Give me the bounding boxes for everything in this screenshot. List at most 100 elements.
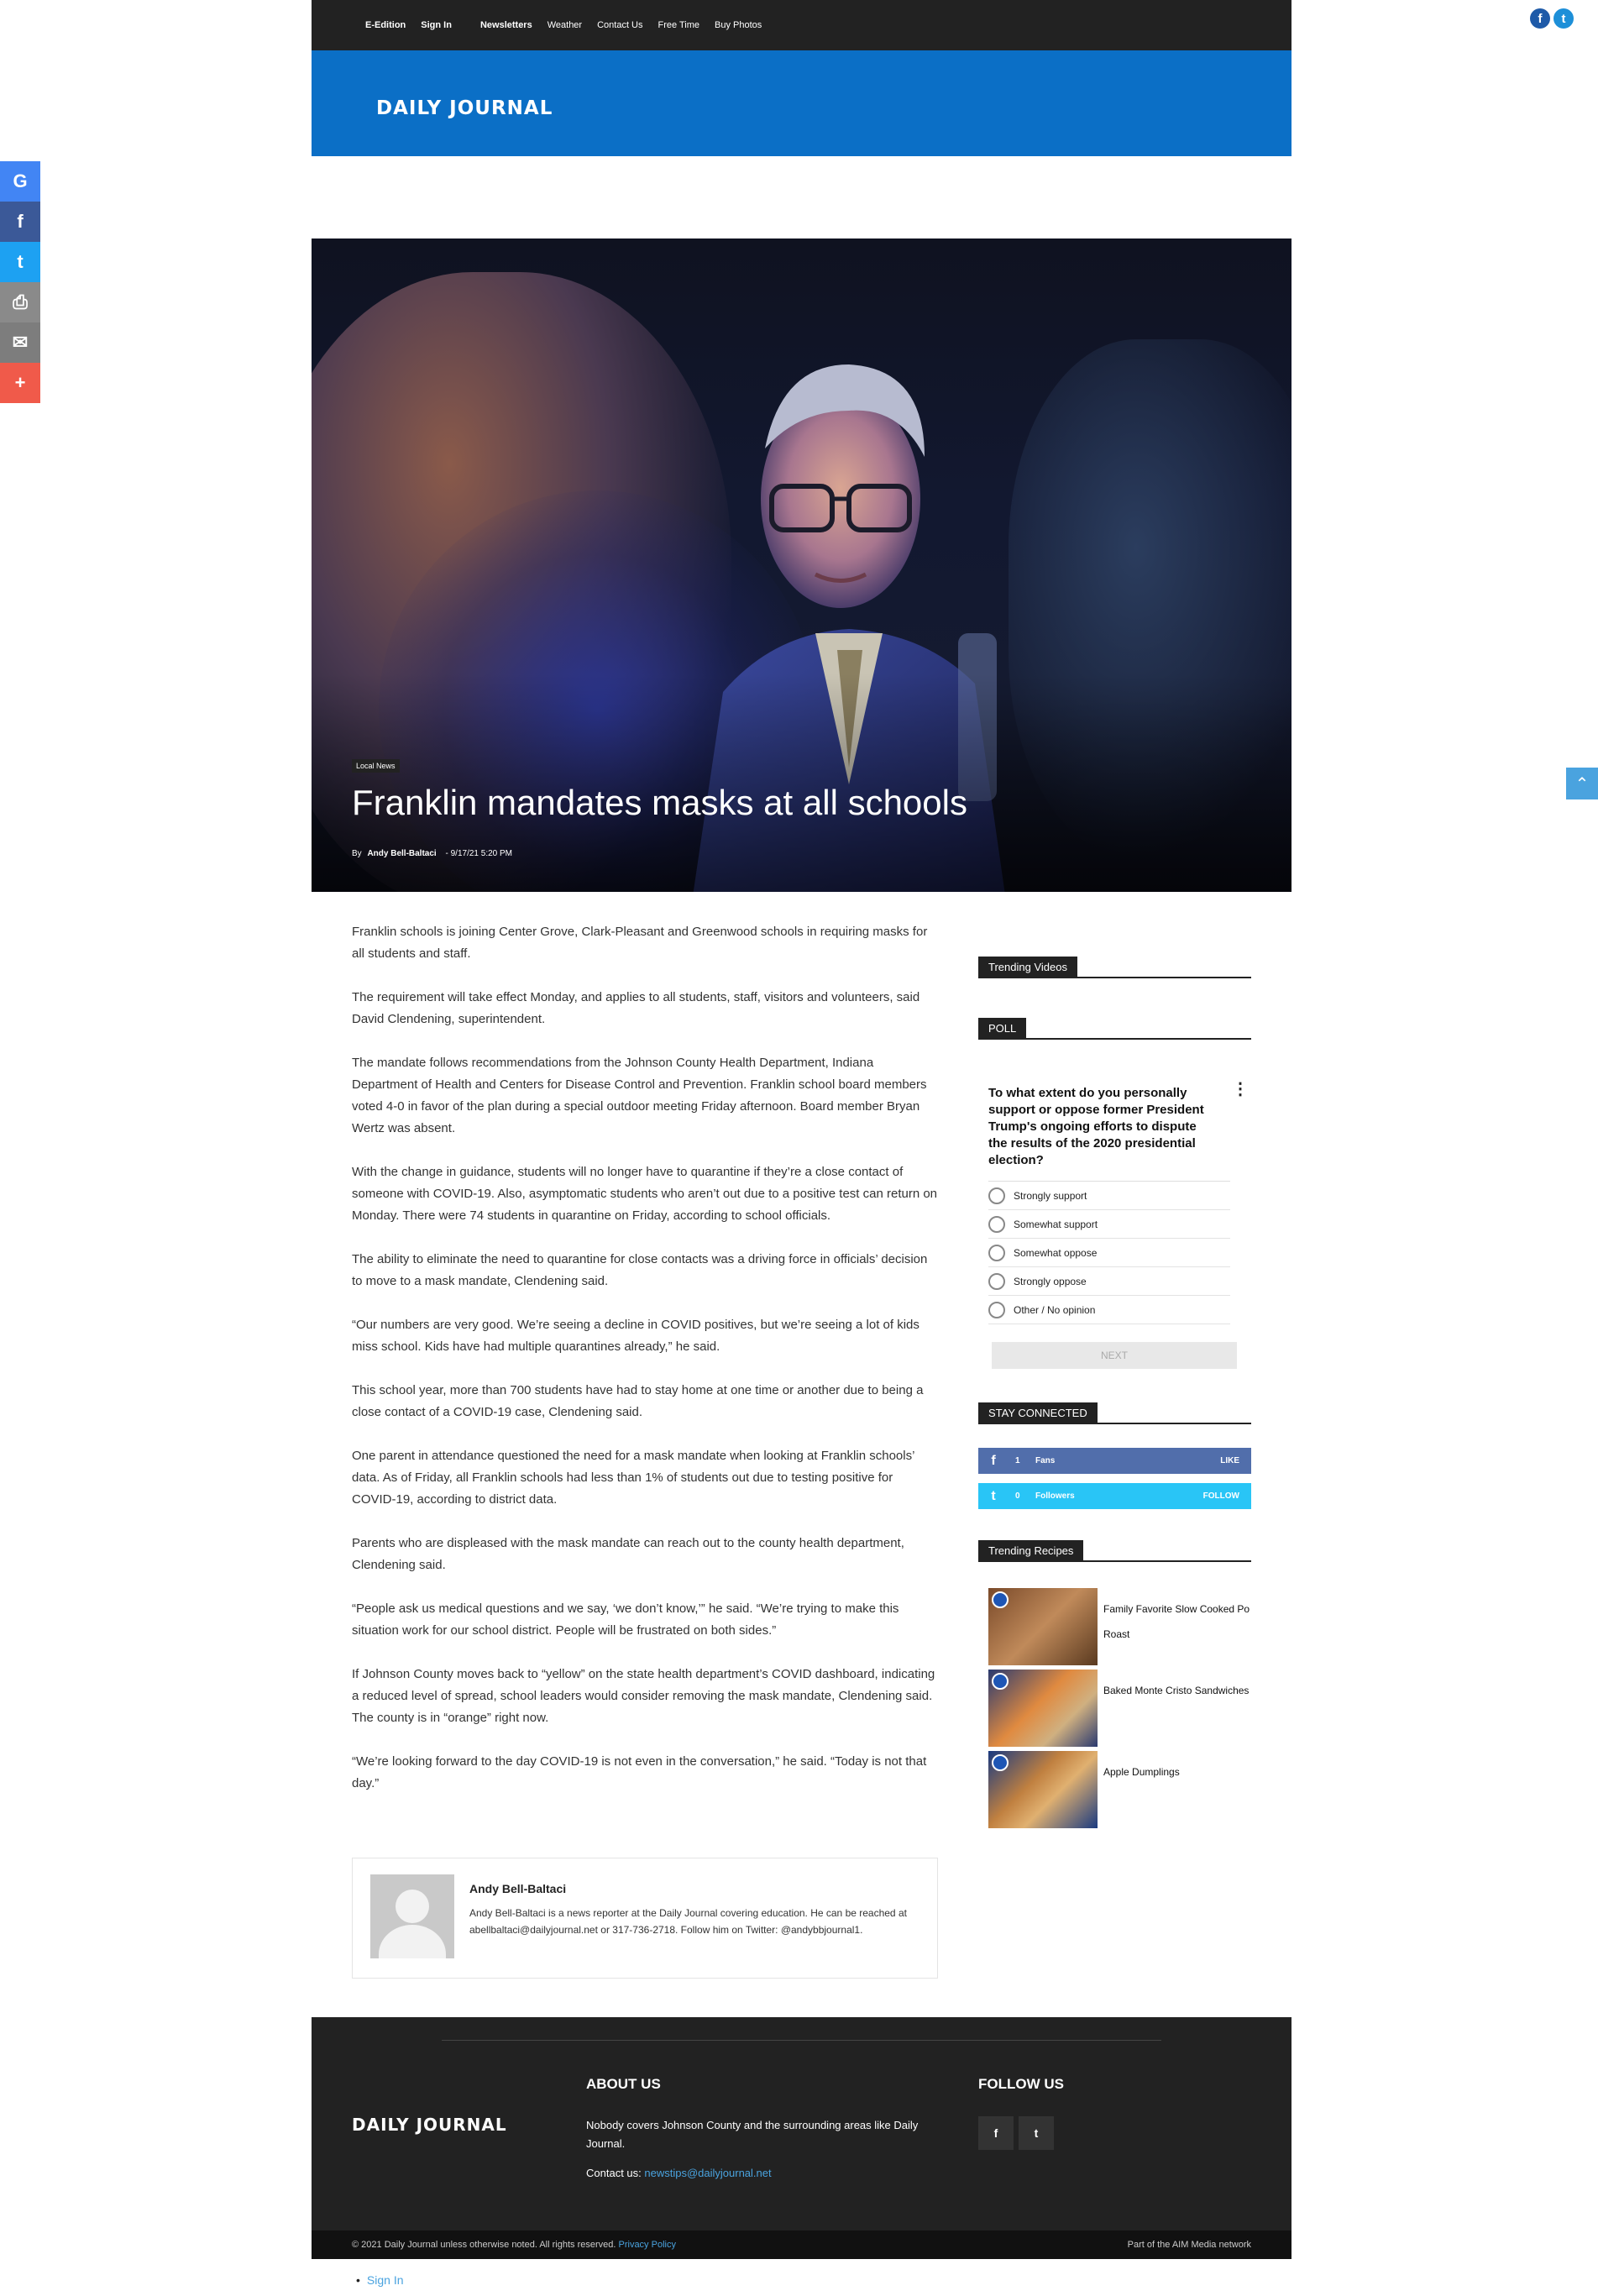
footer-divider xyxy=(442,2040,1161,2041)
trending-videos-title: Trending Videos xyxy=(978,957,1077,977)
article-paragraph: Franklin schools is joining Center Grove… xyxy=(352,925,928,961)
twitter-followers-row[interactable]: t 0 Followers FOLLOW xyxy=(978,1483,1251,1509)
poll-option-label: Somewhat support xyxy=(1014,1218,1098,1230)
bottom-sign-in: • Sign In xyxy=(356,2273,404,2287)
byline-author[interactable]: Andy Bell-Baltaci xyxy=(367,849,436,858)
trending-recipes-title: Trending Recipes xyxy=(978,1540,1084,1560)
recipe-item[interactable]: Apple Dumplings xyxy=(988,1751,1257,1830)
article-title: Franklin mandates masks at all schools xyxy=(352,783,967,822)
site-logo[interactable]: DAILY JOURNAL xyxy=(376,97,553,119)
nav-sign-in[interactable]: Sign In xyxy=(421,20,452,30)
facebook-label: Fans xyxy=(1035,1456,1056,1465)
google-share-icon[interactable]: G xyxy=(0,161,40,202)
avatar-body xyxy=(379,1925,446,1958)
article-paragraph: “People ask us medical questions and we … xyxy=(352,1601,899,1638)
contact-label: Contact us: xyxy=(586,2167,642,2179)
avatar-head xyxy=(396,1890,429,1923)
radio-icon[interactable] xyxy=(988,1272,1005,1290)
recipe-item[interactable]: Family Favorite Slow Cooked Po Roast xyxy=(988,1588,1257,1667)
poll-option[interactable]: Strongly oppose xyxy=(988,1267,1230,1296)
radio-icon[interactable] xyxy=(988,1215,1005,1233)
network-text: Part of the AIM Media network xyxy=(1127,2240,1251,2250)
radio-icon[interactable] xyxy=(988,1244,1005,1261)
facebook-icon: f xyxy=(991,1453,996,1468)
more-share-icon[interactable]: + xyxy=(0,363,40,403)
recipe-title[interactable]: Baked Monte Cristo Sandwiches xyxy=(1103,1678,1255,1703)
poll-option[interactable]: Other / No opinion xyxy=(988,1296,1230,1324)
facebook-icon[interactable]: f xyxy=(1530,8,1550,29)
facebook-like-button[interactable]: LIKE xyxy=(1220,1456,1239,1465)
email-icon[interactable]: ✉ xyxy=(0,322,40,363)
header-social-icons: f t xyxy=(1530,8,1574,29)
trending-recipes-header: Trending Recipes xyxy=(978,1540,1251,1562)
copyright-text: © 2021 Daily Journal unless otherwise no… xyxy=(352,2240,616,2250)
recipe-thumbnail[interactable] xyxy=(988,1670,1098,1747)
follow-us-heading: FOLLOW US xyxy=(978,2076,1064,2092)
poll-option-label: Strongly oppose xyxy=(1014,1275,1087,1287)
scroll-to-top-button[interactable]: ⌃ xyxy=(1566,768,1598,799)
article-paragraph: Parents who are displeased with the mask… xyxy=(352,1536,904,1572)
footer-facebook-icon[interactable]: f xyxy=(978,2116,1014,2150)
author-box: Andy Bell-Baltaci Andy Bell-Baltaci is a… xyxy=(352,1858,938,1979)
footer-bottom-bar: © 2021 Daily Journal unless otherwise no… xyxy=(312,2230,1291,2259)
recipe-item[interactable]: Baked Monte Cristo Sandwiches xyxy=(988,1670,1257,1748)
ribbon-icon xyxy=(992,1754,1009,1771)
nav-contact-us[interactable]: Contact Us xyxy=(597,20,642,30)
nav-newsletters[interactable]: Newsletters xyxy=(480,20,532,30)
twitter-icon[interactable]: t xyxy=(1553,8,1574,29)
footer-twitter-icon[interactable]: t xyxy=(1019,2116,1054,2150)
footer: DAILY JOURNAL ABOUT US Nobody covers Joh… xyxy=(312,2017,1291,2230)
article-paragraph: This school year, more than 700 students… xyxy=(352,1383,924,1419)
recipe-thumbnail[interactable] xyxy=(988,1751,1098,1828)
author-bio: Andy Bell-Baltaci is a news reporter at … xyxy=(469,1907,907,1936)
share-bar: G f t ⎙ ✉ + xyxy=(0,161,40,403)
print-icon[interactable]: ⎙ xyxy=(0,282,40,322)
bottom-sign-in-link[interactable]: Sign In xyxy=(367,2273,404,2287)
recipe-title-line: Apple Dumplings xyxy=(1103,1766,1180,1778)
recipe-title[interactable]: Apple Dumplings xyxy=(1103,1759,1255,1785)
twitter-share-icon[interactable]: t xyxy=(0,242,40,282)
contact-email-link[interactable]: newstips@dailyjournal.net xyxy=(644,2167,771,2179)
poll-option[interactable]: Somewhat support xyxy=(988,1210,1230,1239)
article-paragraph: With the change in guidance, students wi… xyxy=(352,1165,938,1223)
poll-next-button[interactable]: NEXT xyxy=(992,1342,1237,1369)
footer-logo[interactable]: DAILY JOURNAL xyxy=(352,2115,507,2135)
poll-option[interactable]: Somewhat oppose xyxy=(988,1239,1230,1267)
author-avatar[interactable] xyxy=(370,1874,454,1958)
facebook-count: 1 xyxy=(1015,1456,1020,1465)
nav-weather[interactable]: Weather xyxy=(548,20,582,30)
nav-e-edition[interactable]: E-Edition xyxy=(365,20,406,30)
radio-icon[interactable] xyxy=(988,1301,1005,1318)
byline-by: By xyxy=(352,849,362,858)
poll-header: POLL xyxy=(978,1018,1251,1040)
nav-free-time[interactable]: Free Time xyxy=(658,20,700,30)
featured-image: Local News Franklin mandates masks at al… xyxy=(312,239,1291,892)
recipe-title[interactable]: Family Favorite Slow Cooked Po Roast xyxy=(1103,1596,1255,1647)
contact-line: Contact us: newstips@dailyjournal.net xyxy=(586,2167,772,2179)
facebook-share-icon[interactable]: f xyxy=(0,202,40,242)
poll-option-label: Somewhat oppose xyxy=(1014,1246,1098,1259)
poll-title: POLL xyxy=(978,1018,1027,1038)
category-badge[interactable]: Local News xyxy=(352,759,400,773)
article-paragraph: “We’re looking forward to the day COVID-… xyxy=(352,1754,927,1790)
recipe-title-line: Roast xyxy=(1103,1628,1130,1640)
author-name[interactable]: Andy Bell-Baltaci xyxy=(469,1882,566,1895)
poll-option[interactable]: Strongly support xyxy=(988,1182,1230,1210)
more-options-icon[interactable]: ⋮ xyxy=(1232,1078,1249,1099)
recipe-thumbnail[interactable] xyxy=(988,1588,1098,1665)
nav-buy-photos[interactable]: Buy Photos xyxy=(715,20,762,30)
privacy-policy-link[interactable]: Privacy Policy xyxy=(619,2240,676,2250)
twitter-follow-button[interactable]: FOLLOW xyxy=(1203,1491,1239,1501)
stay-connected-title: STAY CONNECTED xyxy=(978,1402,1098,1423)
article-paragraph: One parent in attendance questioned the … xyxy=(352,1449,914,1507)
article-paragraph: The mandate follows recommendations from… xyxy=(352,1056,927,1135)
facebook-fans-row[interactable]: f 1 Fans LIKE xyxy=(978,1448,1251,1474)
twitter-label: Followers xyxy=(1035,1491,1075,1501)
byline-date: 9/17/21 5:20 PM xyxy=(450,849,512,858)
radio-icon[interactable] xyxy=(988,1187,1005,1204)
recipe-title-line: Baked Monte Cristo Sandwiches xyxy=(1103,1685,1250,1696)
article-paragraph: The ability to eliminate the need to qua… xyxy=(352,1252,928,1288)
twitter-icon: t xyxy=(991,1488,996,1503)
article-paragraph: If Johnson County moves back to “yellow”… xyxy=(352,1667,935,1725)
about-us-heading: ABOUT US xyxy=(586,2076,661,2092)
